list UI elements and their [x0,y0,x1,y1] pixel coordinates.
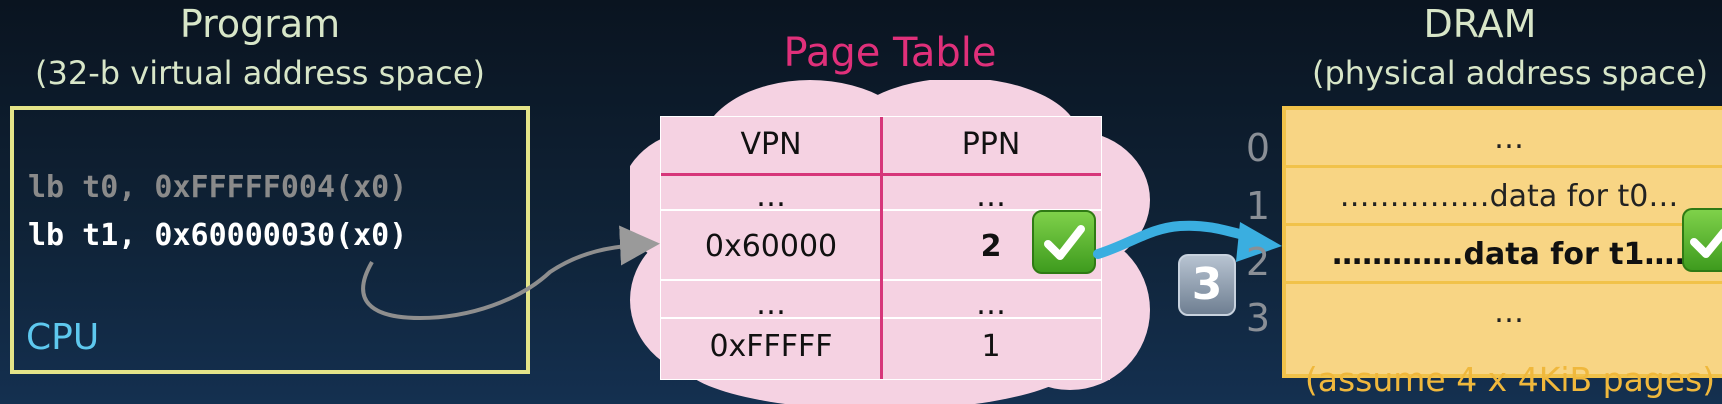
dram-box: … ……………data for t0… ………….data for t1…. … [1282,106,1722,378]
dram-row-0: … [1286,110,1722,168]
step-3-badge: 3 [1178,254,1236,316]
dram-page-note: (assume 4 x 4KiB pages) [1304,360,1716,399]
dram-row-1: ……………data for t0… [1286,168,1722,226]
dram-row-3: … [1494,295,1524,330]
dram-row-index: 2 [1245,240,1271,284]
check-mark-icon [1682,208,1722,272]
gray-lookup-arrow [361,225,660,321]
dram-row-index: 0 [1245,126,1271,170]
dram-row-index: 1 [1245,184,1271,228]
dram-row-2: ………….data for t1…. [1286,226,1722,284]
blue-translation-arrow [1093,220,1260,259]
dram-row-index: 3 [1245,296,1271,340]
